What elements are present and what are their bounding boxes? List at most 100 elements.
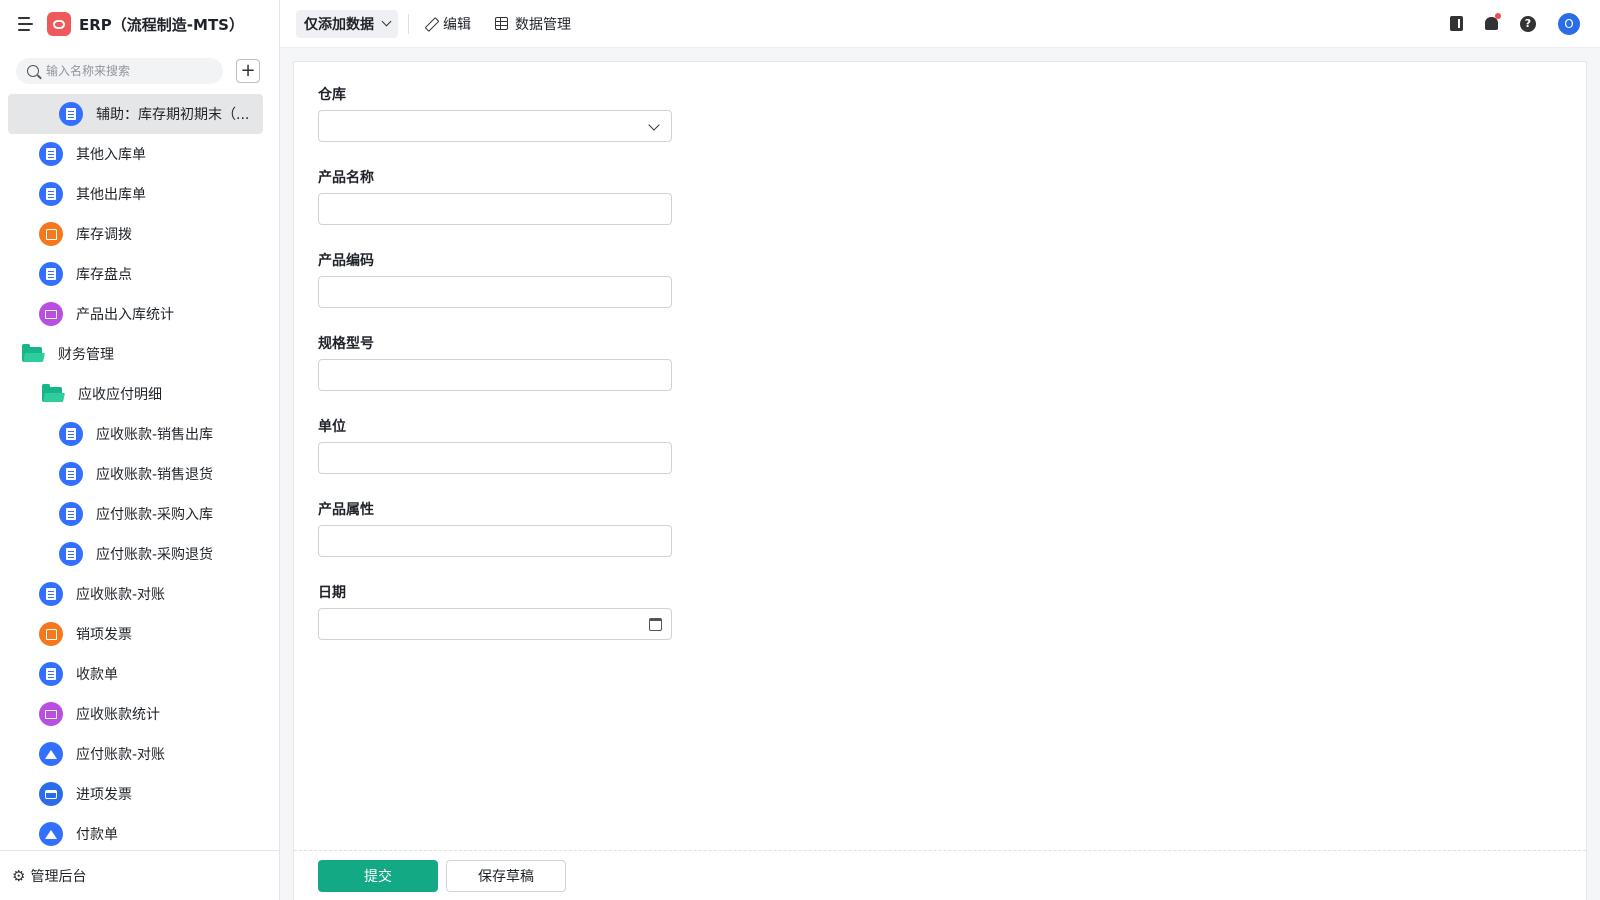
doc-icon: [59, 102, 83, 126]
sidebar-item-receipt[interactable]: 收款单: [0, 654, 279, 694]
sidebar-item-output-invoice[interactable]: 销项发票: [0, 614, 279, 654]
unit-input-wrap: [318, 442, 672, 474]
sidebar-item-label: 收款单: [76, 667, 118, 683]
sidebar-item-inventory-transfer[interactable]: 库存调拨: [0, 214, 279, 254]
sidebar-item-product-io-stats[interactable]: 产品出入库统计: [0, 294, 279, 334]
app-logo-icon: [47, 12, 71, 36]
submit-button[interactable]: 提交: [318, 859, 438, 892]
sidebar-item-label: 库存盘点: [76, 267, 132, 283]
date-input[interactable]: [319, 609, 671, 639]
doc-icon: [39, 582, 63, 606]
form-fields: 仓库 产品名称 产品编码 规格型号 单位 产品属性 日期: [318, 82, 672, 663]
spec-model-input-wrap: [318, 359, 672, 391]
toolbar-right: ? O: [1428, 12, 1600, 35]
app-title: ERP（流程制造-MTS）: [79, 15, 244, 34]
sidebar-item-label: 应收应付明细: [78, 387, 162, 403]
chart-icon: [39, 702, 63, 726]
save-draft-button[interactable]: 保存草稿: [446, 859, 566, 892]
bell-icon: [1485, 13, 1501, 30]
doc-icon: [59, 542, 83, 566]
doc-icon: [39, 262, 63, 286]
search-input[interactable]: [46, 64, 206, 78]
field-label: 产品名称: [318, 170, 374, 186]
field-label: 仓库: [318, 87, 346, 103]
product-attribute-input-wrap: [318, 525, 672, 557]
sidebar-item-inventory-count[interactable]: 库存盘点: [0, 254, 279, 294]
sidebar: ERP（流程制造-MTS） + 辅助：库存期初期末（... 其他入库单 其他出库…: [0, 0, 280, 900]
product-code-input[interactable]: [319, 277, 671, 307]
sidebar-item-ap-purchase-return[interactable]: 应付账款-采购退货: [0, 534, 279, 574]
table-icon: [495, 17, 508, 30]
gear-icon: ⚙: [12, 866, 26, 885]
form-footer: 提交 保存草稿: [294, 850, 1586, 900]
field-unit: 单位: [318, 416, 672, 497]
product-name-input[interactable]: [319, 194, 671, 224]
sidebar-item-label: 其他出库单: [76, 187, 146, 203]
admin-console-link[interactable]: ⚙ 管理后台: [0, 850, 279, 900]
sidebar-item-other-outbound[interactable]: 其他出库单: [0, 174, 279, 214]
help-icon: ?: [1520, 15, 1536, 32]
chart-icon: [39, 302, 63, 326]
sidebar-item-ap-purchase-in[interactable]: 应付账款-采购入库: [0, 494, 279, 534]
sidebar-item-other-inbound[interactable]: 其他入库单: [0, 134, 279, 174]
house-icon: [39, 742, 63, 766]
mode-label: 仅添加数据: [304, 16, 374, 33]
edit-label: 编辑: [443, 16, 471, 33]
sidebar-item-label: 财务管理: [58, 347, 114, 363]
help-button[interactable]: ?: [1520, 15, 1536, 32]
card-icon: [39, 782, 63, 806]
sidebar-item-label: 应付账款-对账: [76, 747, 166, 763]
sidebar-item-payment[interactable]: 付款单: [0, 814, 279, 854]
sidebar-item-ar-stats[interactable]: 应收账款统计: [0, 694, 279, 734]
doc-icon: [39, 142, 63, 166]
sidebar-item-label: 辅助：库存期初期末（...: [96, 107, 250, 123]
edit-button[interactable]: 编辑: [425, 14, 471, 34]
sidebar-item-ap-reconcile[interactable]: 应付账款-对账: [0, 734, 279, 774]
spec-model-input[interactable]: [319, 360, 671, 390]
field-label: 产品属性: [318, 502, 374, 518]
sidebar-item-label: 应收账款-销售出库: [96, 427, 214, 443]
menu-toggle-icon[interactable]: [18, 17, 36, 31]
data-manage-label: 数据管理: [515, 16, 571, 33]
field-date: 日期: [318, 582, 672, 663]
folder-icon: [22, 343, 42, 362]
product-code-input-wrap: [318, 276, 672, 308]
top-toolbar: 仅添加数据 编辑 数据管理 ? O: [280, 0, 1600, 48]
sidebar-nav: 辅助：库存期初期末（... 其他入库单 其他出库单 库存调拨 库存盘点 产品出入…: [0, 94, 279, 854]
calendar-icon[interactable]: [649, 618, 662, 631]
sidebar-header: ERP（流程制造-MTS）: [0, 0, 279, 48]
sidebar-item-inventory-period[interactable]: 辅助：库存期初期末（...: [8, 94, 263, 134]
add-button[interactable]: +: [236, 59, 260, 83]
toolbar-divider: [408, 13, 409, 34]
sidebar-item-ar-ap-detail[interactable]: 应收应付明细: [0, 374, 279, 414]
product-name-input-wrap: [318, 193, 672, 225]
data-manage-button[interactable]: 数据管理: [495, 14, 571, 34]
sidebar-item-label: 应收账款-对账: [76, 587, 166, 603]
field-label: 产品编码: [318, 253, 374, 269]
field-label: 单位: [318, 419, 346, 435]
user-avatar[interactable]: O: [1558, 12, 1580, 35]
sidebar-item-finance[interactable]: 财务管理: [0, 334, 279, 374]
product-attribute-input[interactable]: [319, 526, 671, 556]
sidebar-search-row: +: [0, 48, 279, 94]
sidebar-item-ar-sales-out[interactable]: 应收账款-销售出库: [0, 414, 279, 454]
date-picker[interactable]: [318, 608, 672, 640]
doc-icon: [39, 662, 63, 686]
warehouse-select[interactable]: [318, 110, 672, 142]
notification-button[interactable]: [1485, 13, 1501, 30]
doc-icon: [59, 422, 83, 446]
sidebar-item-ar-reconcile[interactable]: 应收账款-对账: [0, 574, 279, 614]
book-button[interactable]: [1450, 16, 1463, 31]
pencil-icon: [425, 18, 437, 30]
warehouse-select-value[interactable]: [319, 111, 671, 141]
field-label: 规格型号: [318, 336, 374, 352]
warehouse-icon: [39, 622, 63, 646]
sidebar-item-input-invoice[interactable]: 进项发票: [0, 774, 279, 814]
sidebar-item-label: 其他入库单: [76, 147, 146, 163]
book-icon: [1450, 16, 1463, 31]
sidebar-item-label: 付款单: [76, 827, 118, 843]
sidebar-item-label: 应收账款统计: [76, 707, 160, 723]
unit-input[interactable]: [319, 443, 671, 473]
mode-dropdown[interactable]: 仅添加数据: [296, 9, 398, 38]
sidebar-item-ar-sales-return[interactable]: 应收账款-销售退货: [0, 454, 279, 494]
